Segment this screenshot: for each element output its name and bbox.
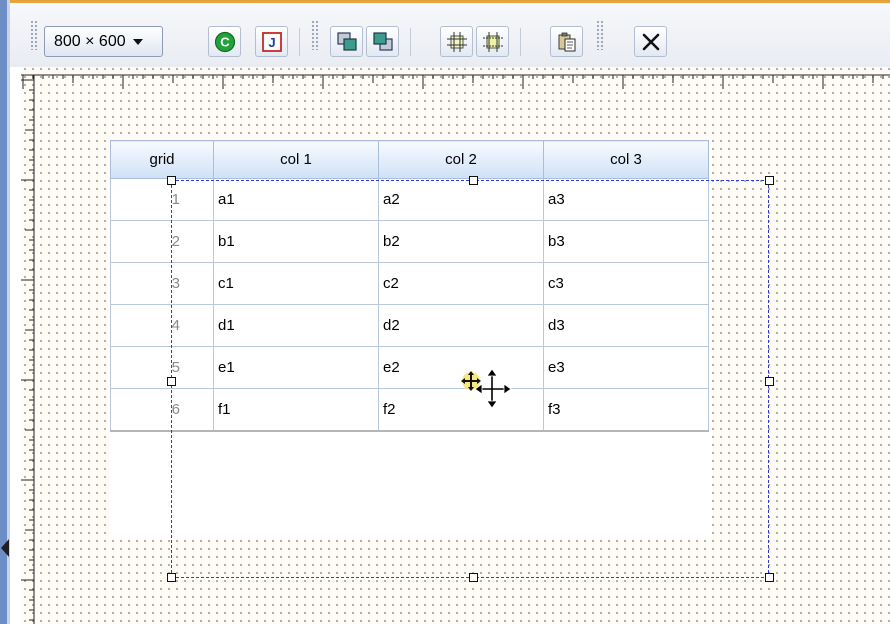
- grid-header-row: grid col 1 col 2 col 3: [110, 140, 709, 179]
- resize-handle-top[interactable]: [469, 176, 478, 185]
- grid-header-col3[interactable]: col 3: [543, 140, 709, 179]
- paste-button[interactable]: [550, 26, 583, 57]
- resize-handle-right[interactable]: [765, 377, 774, 386]
- resize-handle-bottom[interactable]: [469, 573, 478, 582]
- resize-handle-bottom-right[interactable]: [765, 573, 774, 582]
- c-button[interactable]: C: [208, 26, 241, 57]
- align-vertical-button[interactable]: [476, 26, 509, 57]
- toolbar-grip[interactable]: [596, 20, 604, 50]
- bring-to-front-icon: [336, 31, 357, 51]
- bring-to-front-button[interactable]: [330, 26, 363, 57]
- align-horizontal-button[interactable]: [440, 26, 473, 57]
- move-cursor-icon: [461, 368, 512, 409]
- j-glyph: J: [268, 35, 275, 50]
- toolbar-separator: [520, 28, 521, 56]
- chevron-down-icon: [132, 38, 143, 45]
- resolution-value: 800 × 600: [54, 32, 126, 50]
- toolbar-grip[interactable]: [30, 20, 38, 50]
- resolution-dropdown[interactable]: 800 × 600: [44, 26, 163, 57]
- align-horizontal-icon: [446, 31, 467, 52]
- send-to-back-button[interactable]: [366, 26, 399, 57]
- resize-handle-top-right[interactable]: [765, 176, 774, 185]
- j-button[interactable]: J: [255, 26, 288, 57]
- resize-handle-top-left[interactable]: [167, 176, 176, 185]
- toolbar-separator: [299, 28, 300, 56]
- clipboard-icon: [558, 32, 575, 51]
- close-icon: [642, 33, 659, 50]
- collapse-panel-arrow-icon[interactable]: [1, 539, 9, 557]
- resize-handle-bottom-left[interactable]: [167, 573, 176, 582]
- grid-header-col1[interactable]: col 1: [213, 140, 379, 179]
- grid-header-col2[interactable]: col 2: [378, 140, 544, 179]
- align-vertical-icon: [482, 31, 503, 52]
- window-left-frame: [0, 0, 10, 624]
- toolbar-grip[interactable]: [311, 20, 319, 50]
- toolbar-separator: [410, 28, 411, 56]
- toolbar: 800 × 600 C J: [10, 3, 890, 67]
- c-circle-icon: C: [214, 31, 235, 52]
- j-square-icon: J: [261, 31, 282, 52]
- grid-header-rownum[interactable]: grid: [110, 140, 214, 179]
- c-glyph: C: [220, 34, 230, 49]
- delete-button[interactable]: [634, 26, 667, 57]
- resize-handle-left[interactable]: [167, 377, 176, 386]
- move-arrows-icon: [474, 368, 512, 409]
- send-to-back-icon: [372, 31, 393, 51]
